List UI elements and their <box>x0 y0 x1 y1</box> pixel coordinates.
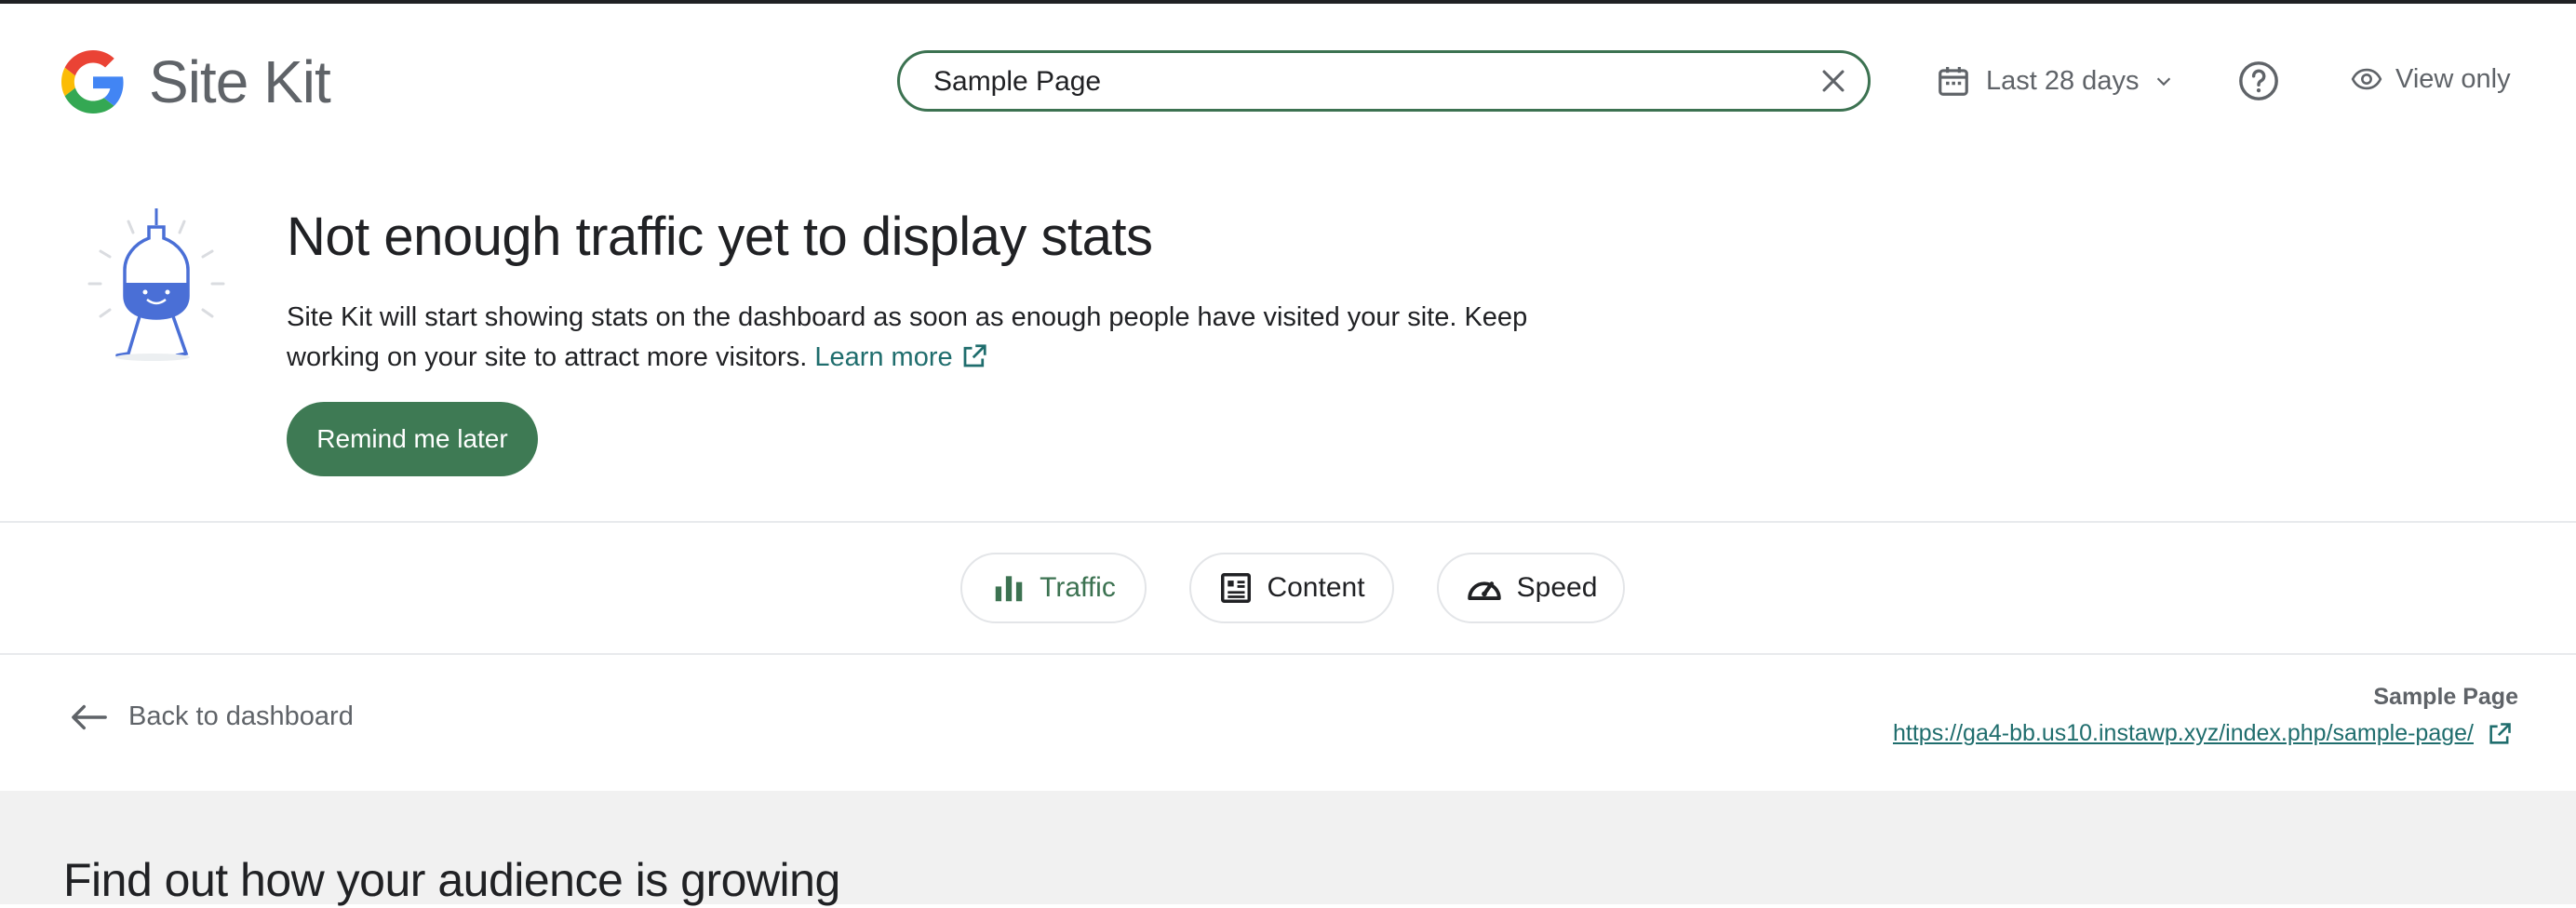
notice-body: Site Kit will start showing stats on the… <box>287 298 1590 378</box>
external-link-icon <box>963 344 986 367</box>
date-range-selector[interactable]: Last 28 days <box>1936 60 2174 102</box>
top-border <box>0 0 2576 4</box>
bar-chart-icon <box>995 576 1023 602</box>
external-link-icon[interactable] <box>2487 721 2513 747</box>
page-url-link[interactable]: https://ga4-bb.us10.instawp.xyz/index.ph… <box>1893 720 2474 747</box>
site-kit-brand: Site Kit <box>149 45 331 119</box>
view-only-indicator[interactable]: View only <box>2351 63 2511 95</box>
speedometer-icon <box>1467 581 1501 600</box>
back-label: Back to dashboard <box>128 701 354 731</box>
tab-speed-label: Speed <box>1516 572 1598 603</box>
section-title: Find out how your audience is growing <box>63 854 840 906</box>
close-icon[interactable] <box>1818 65 1849 97</box>
notice-title: Not enough traffic yet to display stats <box>287 207 1153 267</box>
divider <box>0 521 2576 523</box>
tab-content-label: Content <box>1267 572 1365 603</box>
help-icon[interactable] <box>2237 60 2280 102</box>
tab-traffic-label: Traffic <box>1040 572 1116 603</box>
brand-word-site: Site <box>149 48 248 115</box>
traffic-character-illustration-icon <box>87 208 225 361</box>
tab-content[interactable]: Content <box>1189 553 1394 623</box>
tab-speed[interactable]: Speed <box>1437 553 1625 623</box>
date-range-label: Last 28 days <box>1986 65 2140 96</box>
tab-traffic[interactable]: Traffic <box>960 553 1147 623</box>
entity-page-title: Sample Page <box>2373 684 2518 710</box>
search-input[interactable] <box>932 60 1773 103</box>
learn-more-link[interactable]: Learn more <box>814 342 987 372</box>
back-to-dashboard-link[interactable]: Back to dashboard <box>71 701 354 732</box>
arrow-left-icon <box>72 704 107 729</box>
entity-page-url: https://ga4-bb.us10.instawp.xyz/index.ph… <box>1893 720 2513 747</box>
calendar-icon <box>1939 66 1968 96</box>
content-icon <box>1221 573 1252 603</box>
chevron-down-icon <box>2157 77 2171 87</box>
brand-word-kit: Kit <box>263 48 331 115</box>
divider <box>0 653 2576 655</box>
eye-icon <box>2351 68 2382 90</box>
learn-more-label: Learn more <box>814 342 953 372</box>
view-only-label: View only <box>2395 63 2511 94</box>
remind-me-later-button[interactable]: Remind me later <box>287 402 538 476</box>
url-search-field[interactable] <box>897 50 1871 112</box>
google-logo-icon <box>61 50 124 114</box>
